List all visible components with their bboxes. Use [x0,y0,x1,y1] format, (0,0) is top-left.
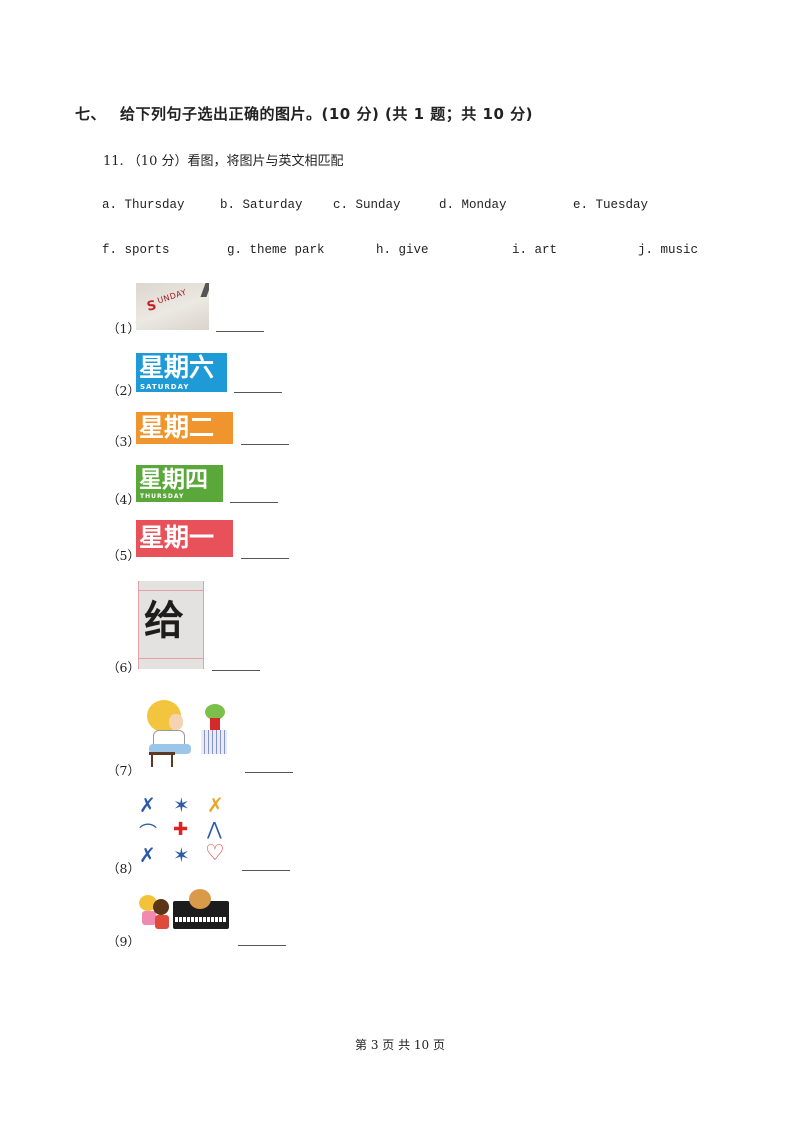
item-label: （5） [107,548,140,563]
sunday-photo-image: S UNDAY [136,283,209,330]
option-a: a. Thursday [102,198,185,212]
boy-painting-image [143,694,235,770]
item-label: （7） [107,763,140,778]
option-h: h. give [376,243,429,257]
give-calligraphy-image: 给 [138,581,204,669]
item-label: （3） [107,434,140,449]
option-f: f. sports [102,243,170,257]
tuesday-banner-image: 星期二 [136,412,233,444]
question-title: 11. （10 分）看图，将图片与英文相匹配 [103,154,344,169]
answer-blank-6[interactable] [212,670,260,671]
option-j: j. music [638,243,699,257]
section-heading: 七、 给下列句子选出正确的图片。(10 分) (共 1 题；共 10 分) [75,103,533,124]
option-b: b. Saturday [220,198,303,212]
option-c: c. Sunday [333,198,401,212]
children-piano-image [137,887,231,943]
option-d: d. Monday [439,198,507,212]
answer-blank-1[interactable] [216,331,264,332]
section-title: 给下列句子选出正确的图片。(10 分) (共 1 题；共 10 分) [120,105,533,123]
option-i: i. art [512,243,558,257]
answer-blank-2[interactable] [234,392,282,393]
sports-icons-image: ✗ ✶ ✗ ⌒ ✚ ⋀ ✗ ✶ ♡ [139,793,225,867]
thursday-banner-image: 星期四 THURSDAY [136,465,223,502]
answer-blank-5[interactable] [241,558,289,559]
saturday-banner-image: 星期六 SATURDAY [136,353,227,392]
option-e: e. Tuesday [573,198,649,212]
option-g: g. theme park [227,243,325,257]
item-label: （6） [107,660,140,675]
answer-blank-7[interactable] [245,772,293,773]
page-footer: 第 3 页 共 10 页 [355,1038,445,1052]
answer-blank-9[interactable] [238,945,286,946]
section-number: 七、 [75,105,107,123]
item-label: （2） [107,383,140,398]
item-label: （4） [107,492,140,507]
monday-banner-image: 星期一 [136,520,233,557]
item-label: （1） [107,321,140,336]
answer-blank-3[interactable] [241,444,289,445]
answer-blank-4[interactable] [230,502,278,503]
item-label: （8） [107,861,140,876]
answer-blank-8[interactable] [242,870,290,871]
item-label: （9） [107,934,140,949]
